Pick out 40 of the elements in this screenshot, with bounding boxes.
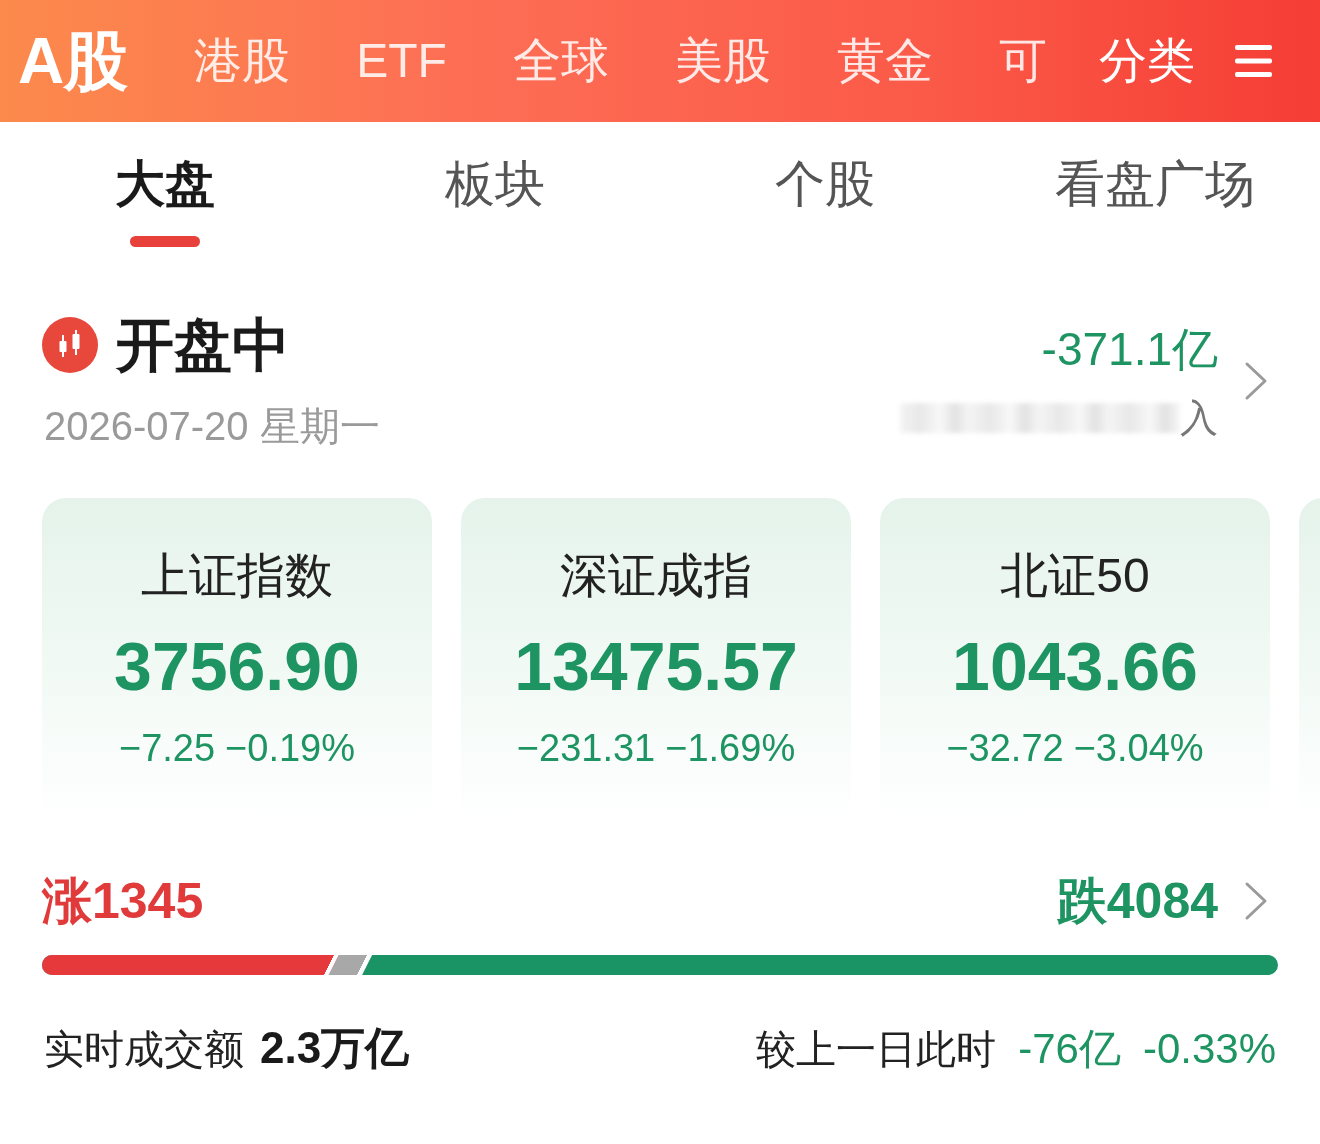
candlestick-icon — [42, 317, 98, 373]
net-flow-label: 入 — [1180, 396, 1218, 440]
index-value: 13475.57 — [514, 628, 798, 704]
net-flow-value: -371.1亿 — [1041, 322, 1218, 376]
market-tab[interactable]: 全球 — [512, 32, 609, 90]
index-change-percent: −3.04% — [1073, 726, 1204, 770]
category-button[interactable]: 分类 — [1099, 32, 1195, 90]
tab[interactable]: 看盘广场 — [1055, 152, 1255, 216]
tab[interactable]: 板块 — [445, 152, 545, 216]
compare-percent: -0.33% — [1142, 1023, 1276, 1074]
tab-underline — [130, 236, 200, 247]
index-name: 北证50 — [1000, 548, 1150, 604]
index-value: 3756.90 — [114, 628, 360, 704]
menu-icon[interactable] — [1235, 45, 1272, 77]
market-tab[interactable]: 黄金 — [836, 32, 933, 90]
index-name: 上证指数 — [141, 548, 333, 604]
index-change-percent: −1.69% — [665, 726, 796, 770]
market-status: 开盘中 — [116, 312, 290, 378]
chevron-icon[interactable] — [1244, 881, 1268, 921]
index-name: 深证成指 — [560, 548, 752, 604]
date-text: 2026-07-20 星期一 — [44, 403, 380, 450]
index-change: −7.25 — [118, 726, 216, 770]
compare-amount: -76亿 — [1018, 1023, 1121, 1074]
index-value: 1043.66 — [952, 628, 1198, 704]
tab[interactable]: 大盘 — [115, 152, 215, 216]
index-change-percent: −0.19% — [225, 726, 356, 770]
index-change: −231.31 — [516, 726, 656, 770]
chevron-icon[interactable] — [1244, 361, 1268, 401]
tab[interactable]: 个股 — [775, 152, 875, 216]
turnover-value: 2.3万亿 — [260, 1023, 410, 1073]
fall-count: 跌4084 — [1056, 873, 1218, 929]
market-tab[interactable]: A股 — [18, 22, 129, 100]
compare-label: 较上一日此时 — [756, 1025, 997, 1073]
market-tab[interactable]: 美股 — [674, 32, 771, 90]
index-change: −32.72 — [946, 726, 1064, 770]
turnover-label: 实时成交额 — [44, 1026, 244, 1073]
market-tab[interactable]: ETF — [356, 32, 447, 90]
market-tab[interactable]: 港股 — [194, 32, 291, 90]
rise-count: 涨1345 — [42, 873, 204, 929]
market-tab[interactable]: 可 — [998, 32, 1047, 90]
